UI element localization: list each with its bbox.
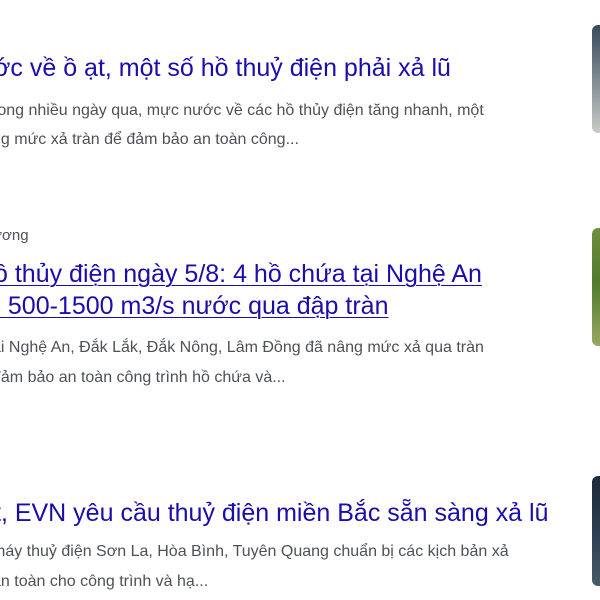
- result-snippet-line: đảm bảo an toàn công trình hồ chứa và...: [0, 369, 286, 386]
- result-snippet-line: ng mức xả tràn để đảm bảo an toàn công..…: [0, 131, 299, 148]
- result-title-link[interactable]: ồ thủy điện ngày 5/8: 4 hồ chứa tại Nghệ…: [0, 258, 482, 290]
- result-snippet-line: ại Nghệ An, Đắk Lắk, Đắk Nông, Lâm Đồng …: [0, 339, 484, 356]
- result-title-link[interactable]: t, EVN yêu cầu thuỷ điện miền Bắc sẵn sà…: [0, 497, 548, 529]
- result-thumbnail[interactable]: [592, 25, 600, 133]
- result-snippet-line: máy thuỷ điện Sơn La, Hòa Bình, Tuyên Qu…: [0, 543, 509, 560]
- result-thumbnail[interactable]: [592, 228, 600, 346]
- result-title-link[interactable]: ı 500-1500 m3/s nước qua đập tràn: [0, 290, 388, 322]
- result-snippet-line: an toàn cho công trình và hạ...: [0, 573, 209, 590]
- result-source: ương: [0, 227, 29, 244]
- result-snippet-line: rong nhiều ngày qua, mực nước về các hồ …: [0, 102, 484, 119]
- result-title-link[interactable]: ớc về ồ ạt, một số hồ thuỷ điện phải xả …: [0, 52, 451, 84]
- result-thumbnail[interactable]: [592, 476, 600, 586]
